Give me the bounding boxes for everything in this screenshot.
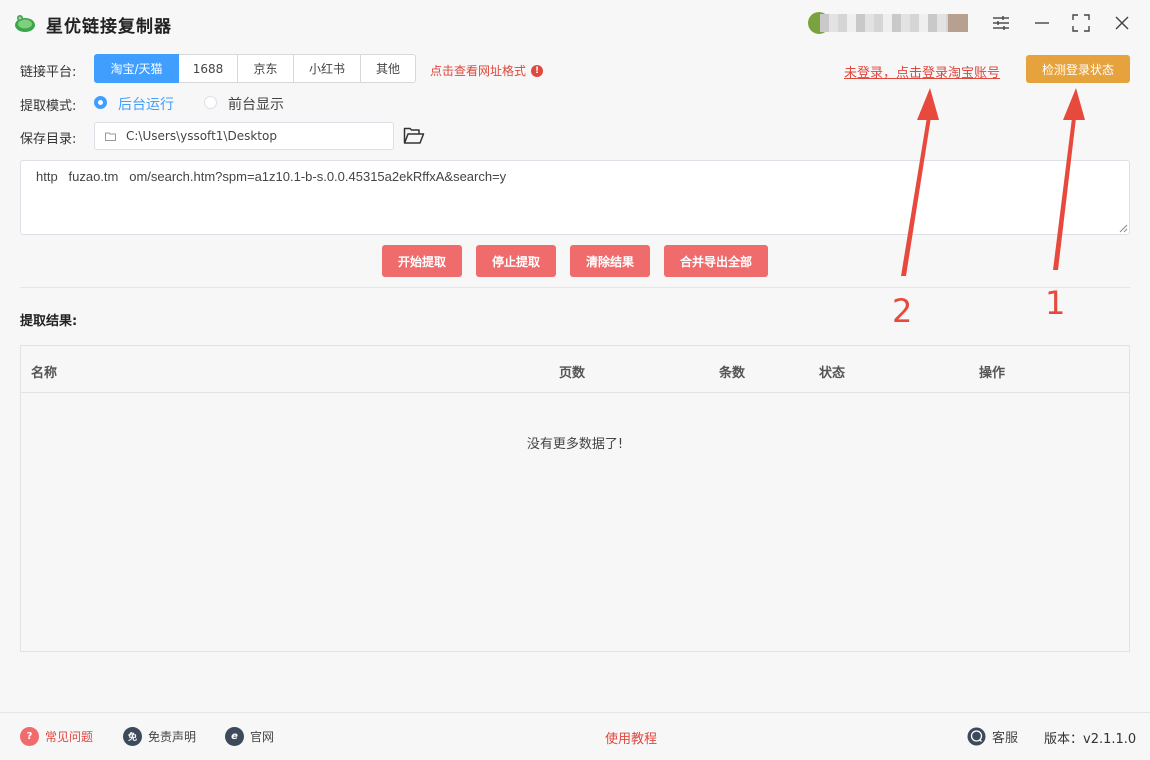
chat-bubble-icon [967,727,986,746]
footer: ? 常见问题 免 免责声明 e 官网 使用教程 客服 版本：v2.1.1.0 [0,712,1150,760]
website-link[interactable]: e 官网 [225,727,274,746]
website-label: 官网 [250,730,275,744]
close-icon[interactable] [1109,10,1135,36]
disclaimer-label: 免责声明 [148,730,197,744]
faq-label: 常见问题 [45,730,94,744]
column-count: 条数 [719,366,746,381]
faq-link[interactable]: ? 常见问题 [20,727,93,746]
arrow-2-head [917,88,939,120]
tab-xiaohongshu[interactable]: 小红书 [294,54,361,83]
minimize-icon[interactable] [1029,10,1055,36]
tab-taobao-tmall[interactable]: 淘宝/天猫 [94,54,179,83]
platform-selector: 淘宝/天猫 1688 京东 小红书 其他 [94,54,416,83]
merge-export-all-button[interactable]: 合并导出全部 [664,245,768,277]
results-table: 名称 页数 条数 状态 操作 没有更多数据了! [20,345,1130,652]
radio-background-run-label[interactable]: 后台运行 [118,94,174,114]
table-header: 名称 页数 条数 状态 操作 [21,346,1129,393]
disclaimer-icon: 免 [123,727,142,746]
clear-results-button[interactable]: 清除结果 [570,245,650,277]
open-folder-icon[interactable] [403,126,425,146]
settings-sliders-icon[interactable] [988,10,1014,36]
start-extract-button[interactable]: 开始提取 [382,245,462,277]
version-text: 版本：v2.1.1.0 [1044,732,1137,747]
radio-foreground-display[interactable] [204,96,217,109]
save-dir-input[interactable]: C:\Users\yssoft1\Desktop [94,122,394,150]
column-pages: 页数 [559,366,586,381]
app-logo-icon [15,15,35,32]
support-label: 客服 [992,731,1019,746]
title-bar: 星优链接复制器 [0,0,1150,46]
login-taobao-link[interactable]: 未登录，点击登录淘宝账号 [844,62,1000,81]
annotation-number-2: 2 [892,292,913,330]
stop-extract-button[interactable]: 停止提取 [476,245,556,277]
column-status: 状态 [819,366,846,381]
url-format-link-text: 点击查看网址格式 [430,64,527,78]
support-link[interactable]: 客服 [967,727,1018,746]
question-icon: ? [20,727,39,746]
disclaimer-link[interactable]: 免 免责声明 [123,727,196,746]
username-blurred[interactable] [820,14,968,32]
arrow-1-head [1063,88,1085,120]
url-format-link[interactable]: 点击查看网址格式 ! [430,62,544,79]
platform-label: 链接平台: [20,65,77,80]
save-dir-path: C:\Users\yssoft1\Desktop [126,129,277,143]
divider [20,287,1130,288]
url-input[interactable] [20,160,1130,235]
check-login-status-button[interactable]: 检测登录状态 [1026,55,1130,83]
info-icon: ! [531,64,544,77]
radio-foreground-display-label[interactable]: 前台显示 [228,94,284,114]
ie-browser-icon: e [225,727,244,746]
annotation-number-1: 1 [1045,284,1066,322]
results-title: 提取结果: [20,314,78,329]
tab-jd[interactable]: 京东 [238,54,294,83]
tab-1688[interactable]: 1688 [179,54,238,83]
tab-other[interactable]: 其他 [361,54,416,83]
maximize-icon[interactable] [1068,10,1094,36]
radio-background-run[interactable] [94,96,107,109]
column-actions: 操作 [979,366,1006,381]
mode-label: 提取模式: [20,99,77,114]
empty-message: 没有更多数据了! [526,437,624,452]
folder-small-icon [105,132,116,141]
resize-grip-icon[interactable] [1119,224,1128,233]
column-name: 名称 [31,366,58,381]
app-title: 星优链接复制器 [46,17,172,37]
save-dir-label: 保存目录: [20,132,77,147]
tutorial-link[interactable]: 使用教程 [605,728,657,747]
